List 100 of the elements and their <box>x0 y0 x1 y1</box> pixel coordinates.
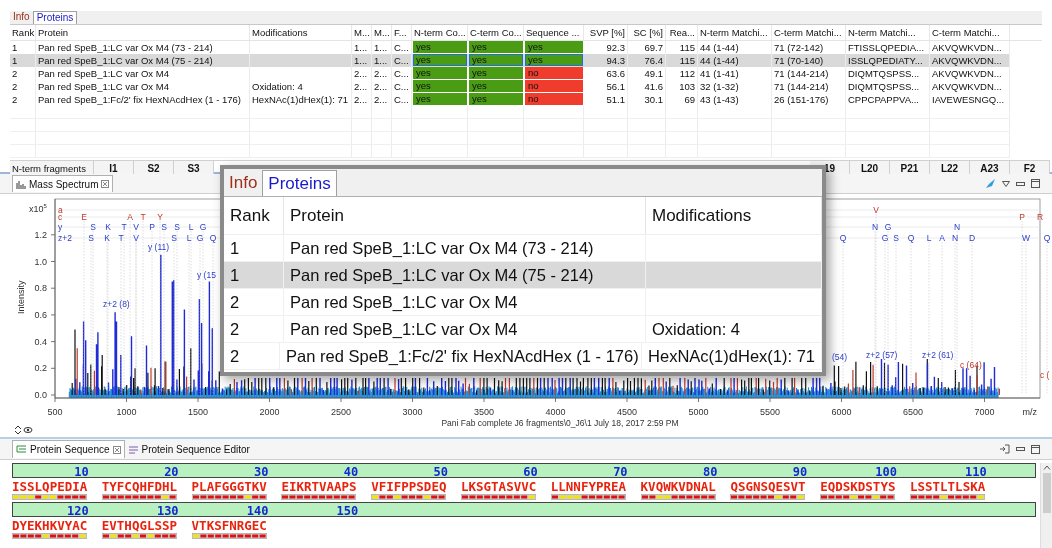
tab[interactable]: Info <box>224 170 263 196</box>
close-icon[interactable] <box>112 445 121 454</box>
residue-label: G <box>884 222 892 232</box>
residue-label: K <box>105 222 111 232</box>
column-header[interactable]: M... <box>372 25 392 40</box>
table-cell: AKVQWKVDN... <box>932 55 1002 66</box>
table-cell: 1... <box>374 42 388 53</box>
table-row[interactable]: 1 Pan red SpeB_1:LC var Ox M4 (73 - 214) 1... 1... C... yes yes yes 92.3 69.7 115 44 (1-44) 71 (72-142) FTISSLQPEDIA... AKVQWKVDN... <box>10 41 1010 54</box>
tick-label: 0.2 <box>34 363 47 374</box>
table-cell: 43 (1-43) <box>700 94 739 105</box>
column-header[interactable]: Rank <box>224 197 284 234</box>
sequence-text: QSGNSQESVT <box>730 480 807 494</box>
table-cell: 41.6 <box>644 81 663 92</box>
tick-label: 0.6 <box>34 309 47 320</box>
table-cell: Pan red SpeB_1:LC var Ox M4 <box>290 293 518 311</box>
scrollbar[interactable] <box>1040 463 1052 548</box>
series-label: c <box>58 212 63 222</box>
table-row[interactable]: 2 Pan red SpeB_1:Fc/2' fix HexNAcdHex (1 - 176) HexNAc(1)dHex(1): 71 <box>224 343 822 370</box>
minimize-icon[interactable] <box>1016 181 1025 186</box>
chart-icon <box>16 179 26 189</box>
residue-label: L <box>186 233 192 243</box>
column-header[interactable]: Rank <box>10 25 36 40</box>
column-header[interactable]: F... <box>392 25 412 40</box>
close-icon[interactable] <box>101 180 110 188</box>
chart-caption: Pani Fab complete J6 fragments\0_J6\1 July 18, 2017 2:59 PM <box>441 418 679 428</box>
status-cell: no <box>525 67 583 79</box>
scroll-up-icon[interactable] <box>1042 465 1051 470</box>
table-cell: 103 <box>679 81 695 92</box>
table-cell: 2... <box>354 94 368 105</box>
table-row[interactable]: 1 Pan red SpeB_1:LC var Ox M4 (73 - 214) <box>224 235 822 262</box>
residue-label: V <box>133 222 139 232</box>
table-cell: 49.1 <box>644 68 663 79</box>
expand-icon[interactable] <box>14 425 22 435</box>
column-header[interactable]: N-term Matchi... <box>846 25 930 40</box>
maximize-icon[interactable] <box>1031 444 1040 454</box>
table-cell: 2 <box>12 94 18 105</box>
column-header[interactable]: SVP [%] <box>584 25 628 40</box>
sequence-text: LKSGTASVVC <box>461 480 538 494</box>
dropdown-icon[interactable] <box>1002 180 1010 187</box>
residue-label: N <box>951 233 959 243</box>
column-header[interactable]: Modifications <box>250 25 352 40</box>
table-cell: 71 (72-142) <box>774 42 824 53</box>
table-row[interactable]: 2 Pan red SpeB_1:LC var Ox M4 Oxidation: 4 <box>224 316 822 343</box>
table-row[interactable]: 2 Pan red SpeB_1:LC var Ox M4 Oxidation: 4 2... 2... C... yes yes no 56.1 41.6 103 32 (1-32) 71 (144-214) DIQMTQSPSS... AKVQWKVDN... <box>10 80 1010 93</box>
column-header[interactable]: N-term Matchi... <box>698 25 772 40</box>
column-header[interactable]: Modifications <box>646 197 822 234</box>
status-cell: yes <box>469 93 523 105</box>
sequence-text: EVTHQGLSSP <box>101 519 179 533</box>
table-row[interactable]: 2 Pan red SpeB_1:LC var Ox M4 <box>224 289 822 316</box>
column-header[interactable]: Protein <box>284 197 646 234</box>
table-cell: 2 <box>12 81 18 92</box>
column-header[interactable]: SC [%] <box>628 25 666 40</box>
residue-label: L <box>926 233 932 243</box>
table-row[interactable]: 2 Pan red SpeB_1:LC var Ox M4 2... 2... C... yes yes no 63.6 49.1 112 41 (1-41) 71 (144-214) DIQMTQSPSS... AKVQWKVDN... <box>10 67 1010 80</box>
residue-label: S <box>893 233 899 243</box>
column-header[interactable]: C-term Matchi... <box>772 25 846 40</box>
residue-label: E <box>81 212 87 222</box>
table-cell: HexNAc(1)dHex(1): 71 <box>252 94 349 105</box>
tab[interactable]: Mass Spectrum <box>12 175 114 192</box>
table-cell: 51.1 <box>606 94 625 105</box>
table-row[interactable]: 2 Pan red SpeB_1:Fc/2' fix HexNAcdHex (1 - 176) HexNAc(1)dHex(1): 71 2... 2... C... yes yes no 51.1 30.1 69 43 (1-43) 26 (151-176) CPPCPAPPVA... IAVEWESNGQ... <box>10 93 1010 106</box>
minimize-icon[interactable] <box>1016 447 1025 451</box>
table-cell: 92.3 <box>606 42 625 53</box>
tab[interactable]: Proteins <box>262 170 337 196</box>
tab[interactable]: Proteins <box>32 11 78 24</box>
column-header[interactable]: Rea... <box>666 25 698 40</box>
column-header[interactable]: N-term Co... <box>412 25 468 40</box>
residue-label: A <box>939 233 945 243</box>
tab[interactable]: Protein Sequence <box>12 440 125 458</box>
table-cell: 2... <box>354 68 368 79</box>
table-row[interactable]: 1 Pan red SpeB_1:LC var Ox M4 (75 - 214) <box>224 262 822 289</box>
tab[interactable]: Protein Sequence Editor <box>124 440 253 458</box>
maximize-icon[interactable] <box>1031 179 1040 188</box>
eye-icon[interactable] <box>23 427 33 433</box>
status-cell: no <box>525 80 583 92</box>
table-cell: Pan red SpeB_1:LC var Ox M4 (75 - 214) <box>38 55 213 66</box>
table-row[interactable]: 1 Pan red SpeB_1:LC var Ox M4 (75 - 214) 1... 1... C... yes yes yes 94.3 76.4 115 44 (1-44) 71 (70-140) ISSLQPEDIATY... AKVQWKVDN... <box>10 54 1010 67</box>
table-cell: Pan red SpeB_1:LC var Ox M4 (75 - 214) <box>290 266 594 284</box>
column-header[interactable]: C-term Co... <box>468 25 524 40</box>
table-cell: 56.1 <box>606 81 625 92</box>
table-cell: 1 <box>230 239 240 257</box>
tick-label: 1.0 <box>34 256 47 267</box>
residue-label: G <box>881 233 889 243</box>
brush-icon[interactable] <box>985 178 996 189</box>
residue-label: K <box>104 233 110 243</box>
export-icon[interactable] <box>999 444 1010 454</box>
sequence-text: PLAFGGGTKV <box>191 480 268 494</box>
table-cell: Oxidation: 4 <box>652 320 741 338</box>
position-number: 70 <box>613 465 628 479</box>
tree-icon <box>16 445 27 454</box>
table-cell: 2... <box>374 68 388 79</box>
tab[interactable]: Info <box>10 11 33 24</box>
column-header[interactable]: Protein <box>36 25 250 40</box>
sequence-text: TYFCQHFDHL <box>101 480 179 494</box>
column-header[interactable]: M... <box>352 25 372 40</box>
column-header[interactable]: C-term Matchi... <box>930 25 1010 40</box>
column-header[interactable]: Sequence ... <box>524 25 584 40</box>
series-label: y <box>58 222 63 232</box>
table-cell: Pan red SpeB_1:LC var Ox M4 <box>38 81 169 92</box>
table-cell: 115 <box>679 42 695 53</box>
